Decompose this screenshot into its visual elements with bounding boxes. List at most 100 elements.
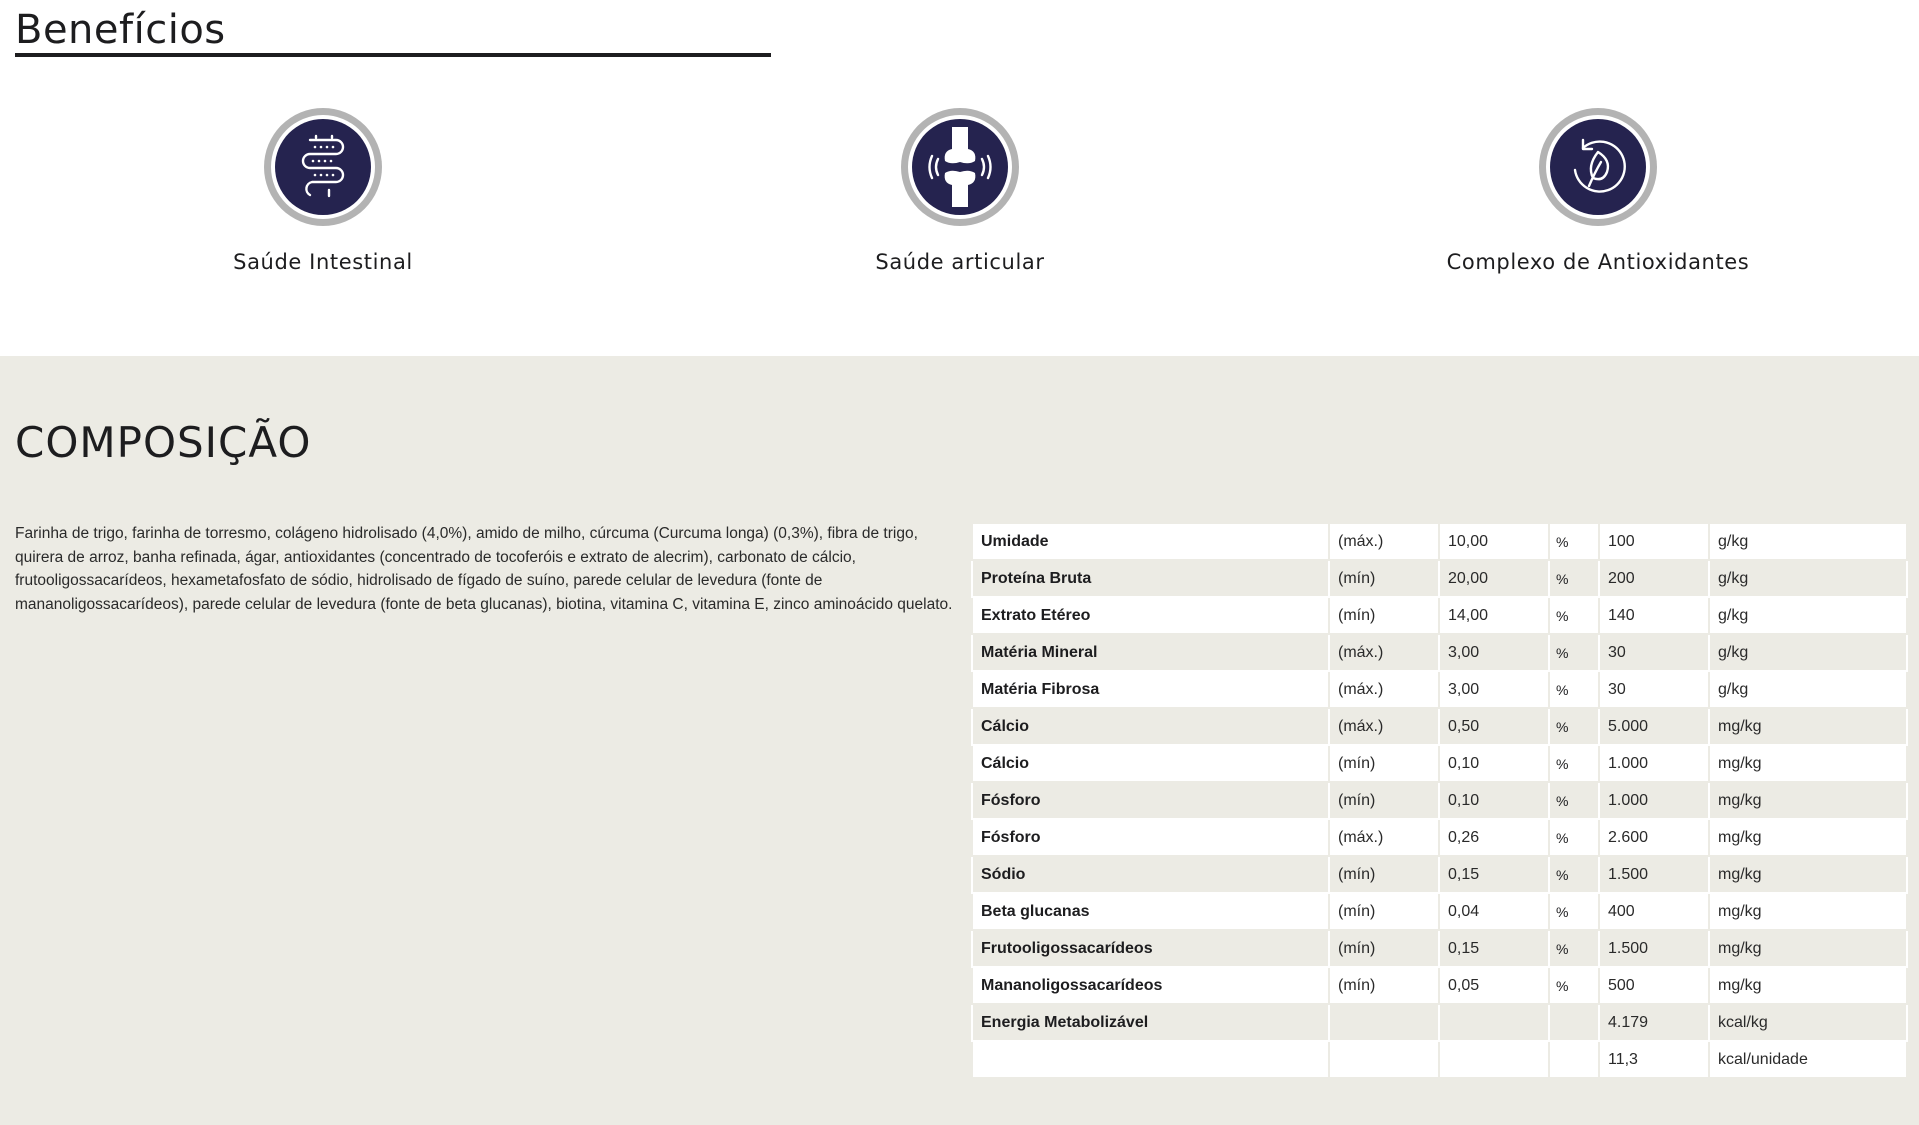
unit-cell: mg/kg bbox=[1708, 744, 1908, 783]
table-row: Frutooligossacarídeos (mín) 0,15% 1.500 mg/k… bbox=[971, 929, 1908, 968]
benefit-badge bbox=[901, 108, 1019, 226]
nutrient-name-cell: Cálcio bbox=[971, 707, 1330, 746]
percent-value-cell bbox=[1438, 1003, 1550, 1042]
table-row: Umidade (máx.) 10,00% 100 g/kg bbox=[971, 522, 1908, 561]
percent-sign-cell: % bbox=[1548, 633, 1600, 672]
nutrient-name-cell: Fósforo bbox=[971, 818, 1330, 857]
percent-value-cell: 3,00 bbox=[1438, 633, 1550, 672]
unit-cell: mg/kg bbox=[1708, 818, 1908, 857]
nutrient-name-cell: Frutooligossacarídeos bbox=[971, 929, 1330, 968]
table-row: Extrato Etéreo (mín) 14,00% 140 g/kg bbox=[971, 596, 1908, 635]
table-row: 11,3 kcal/unidade bbox=[971, 1040, 1908, 1079]
benefits-title: Benefícios bbox=[15, 7, 226, 53]
percent-value-cell: 0,10 bbox=[1438, 744, 1550, 783]
percent-value-cell: 0,15 bbox=[1438, 855, 1550, 894]
nutrient-name-cell: Matéria Mineral bbox=[971, 633, 1330, 672]
nutrient-name-cell: Beta glucanas bbox=[971, 892, 1330, 931]
unit-cell: g/kg bbox=[1708, 596, 1908, 635]
unit-cell: g/kg bbox=[1708, 522, 1908, 561]
percent-sign-cell: % bbox=[1548, 670, 1600, 709]
benefits-title-underline bbox=[15, 53, 771, 57]
leaf-cycle-icon bbox=[1573, 138, 1626, 193]
benefit-label: Saúde articular bbox=[875, 250, 1045, 274]
limit-cell: (máx.) bbox=[1328, 522, 1440, 561]
percent-sign-cell: % bbox=[1548, 559, 1600, 598]
amount-cell: 100 bbox=[1598, 522, 1710, 561]
limit-cell: (mín) bbox=[1328, 744, 1440, 783]
limit-cell: (mín) bbox=[1328, 559, 1440, 598]
limit-cell bbox=[1328, 1003, 1440, 1042]
intestine-icon bbox=[301, 134, 345, 198]
benefit-joint-health: Saúde articular bbox=[760, 108, 1160, 274]
table-row: Mananoligossacarídeos (mín) 0,05% 500 mg/kg bbox=[971, 966, 1908, 1005]
benefit-antioxidants: Complexo de Antioxidantes bbox=[1398, 108, 1798, 274]
nutrient-name-cell: Sódio bbox=[971, 855, 1330, 894]
unit-cell: mg/kg bbox=[1708, 707, 1908, 746]
unit-cell: g/kg bbox=[1708, 559, 1908, 598]
percent-value-cell: 20,00 bbox=[1438, 559, 1550, 598]
percent-sign-cell bbox=[1548, 1040, 1600, 1079]
amount-cell: 2.600 bbox=[1598, 818, 1710, 857]
amount-cell: 1.500 bbox=[1598, 855, 1710, 894]
amount-cell: 11,3 bbox=[1598, 1040, 1710, 1079]
unit-cell: mg/kg bbox=[1708, 966, 1908, 1005]
nutrition-table: Umidade (máx.) 10,00% 100 g/kg Proteína Bruta… bbox=[971, 522, 1908, 1079]
percent-sign-cell: % bbox=[1548, 781, 1600, 820]
nutrient-name-cell bbox=[971, 1040, 1330, 1079]
percent-value-cell: 0,26 bbox=[1438, 818, 1550, 857]
percent-value-cell: 14,00 bbox=[1438, 596, 1550, 635]
nutrient-name-cell: Proteína Bruta bbox=[971, 559, 1330, 598]
benefit-badge bbox=[264, 108, 382, 226]
unit-cell: mg/kg bbox=[1708, 781, 1908, 820]
percent-value-cell bbox=[1438, 1040, 1550, 1079]
percent-sign-cell: % bbox=[1548, 855, 1600, 894]
table-row: Matéria Fibrosa (máx.) 3,00% 30 g/kg bbox=[971, 670, 1908, 709]
percent-sign-cell bbox=[1548, 1003, 1600, 1042]
limit-cell: (mín) bbox=[1328, 781, 1440, 820]
unit-cell: mg/kg bbox=[1708, 855, 1908, 894]
table-row: Cálcio (máx.) 0,50% 5.000 mg/kg bbox=[971, 707, 1908, 746]
amount-cell: 200 bbox=[1598, 559, 1710, 598]
table-row: Sódio (mín) 0,15% 1.500 mg/kg bbox=[971, 855, 1908, 894]
nutrient-name-cell: Mananoligossacarídeos bbox=[971, 966, 1330, 1005]
amount-cell: 140 bbox=[1598, 596, 1710, 635]
benefit-intestinal-health: Saúde Intestinal bbox=[123, 108, 523, 274]
amount-cell: 400 bbox=[1598, 892, 1710, 931]
limit-cell bbox=[1328, 1040, 1440, 1079]
amount-cell: 1.000 bbox=[1598, 781, 1710, 820]
nutrient-name-cell: Extrato Etéreo bbox=[971, 596, 1330, 635]
percent-value-cell: 0,05 bbox=[1438, 966, 1550, 1005]
table-row: Fósforo (máx.) 0,26% 2.600 mg/kg bbox=[971, 818, 1908, 857]
percent-value-cell: 0,04 bbox=[1438, 892, 1550, 931]
unit-cell: kcal/unidade bbox=[1708, 1040, 1908, 1079]
benefit-badge bbox=[1539, 108, 1657, 226]
amount-cell: 4.179 bbox=[1598, 1003, 1710, 1042]
nutrient-name-cell: Fósforo bbox=[971, 781, 1330, 820]
percent-sign-cell: % bbox=[1548, 892, 1600, 931]
unit-cell: g/kg bbox=[1708, 670, 1908, 709]
percent-sign-cell: % bbox=[1548, 744, 1600, 783]
amount-cell: 1.500 bbox=[1598, 929, 1710, 968]
limit-cell: (máx.) bbox=[1328, 707, 1440, 746]
table-row: Fósforo (mín) 0,10% 1.000 mg/kg bbox=[971, 781, 1908, 820]
benefit-label: Complexo de Antioxidantes bbox=[1446, 250, 1750, 274]
percent-sign-cell: % bbox=[1548, 707, 1600, 746]
percent-value-cell: 0,15 bbox=[1438, 929, 1550, 968]
composition-section: COMPOSIÇÃO Farinha de trigo, farinha de … bbox=[0, 356, 1919, 1125]
ingredients-text: Farinha de trigo, farinha de torresmo, c… bbox=[15, 525, 953, 613]
table-row: Cálcio (mín) 0,10% 1.000 mg/kg bbox=[971, 744, 1908, 783]
nutrient-name-cell: Matéria Fibrosa bbox=[971, 670, 1330, 709]
benefit-label: Saúde Intestinal bbox=[233, 250, 413, 274]
percent-value-cell: 0,50 bbox=[1438, 707, 1550, 746]
amount-cell: 1.000 bbox=[1598, 744, 1710, 783]
amount-cell: 30 bbox=[1598, 633, 1710, 672]
composition-title: COMPOSIÇÃO bbox=[15, 418, 312, 467]
limit-cell: (mín) bbox=[1328, 966, 1440, 1005]
percent-value-cell: 0,10 bbox=[1438, 781, 1550, 820]
percent-value-cell: 3,00 bbox=[1438, 670, 1550, 709]
limit-cell: (mín) bbox=[1328, 596, 1440, 635]
percent-sign-cell: % bbox=[1548, 929, 1600, 968]
limit-cell: (máx.) bbox=[1328, 670, 1440, 709]
table-row: Energia Metabolizável 4.179 kcal/kg bbox=[971, 1003, 1908, 1042]
limit-cell: (mín) bbox=[1328, 892, 1440, 931]
